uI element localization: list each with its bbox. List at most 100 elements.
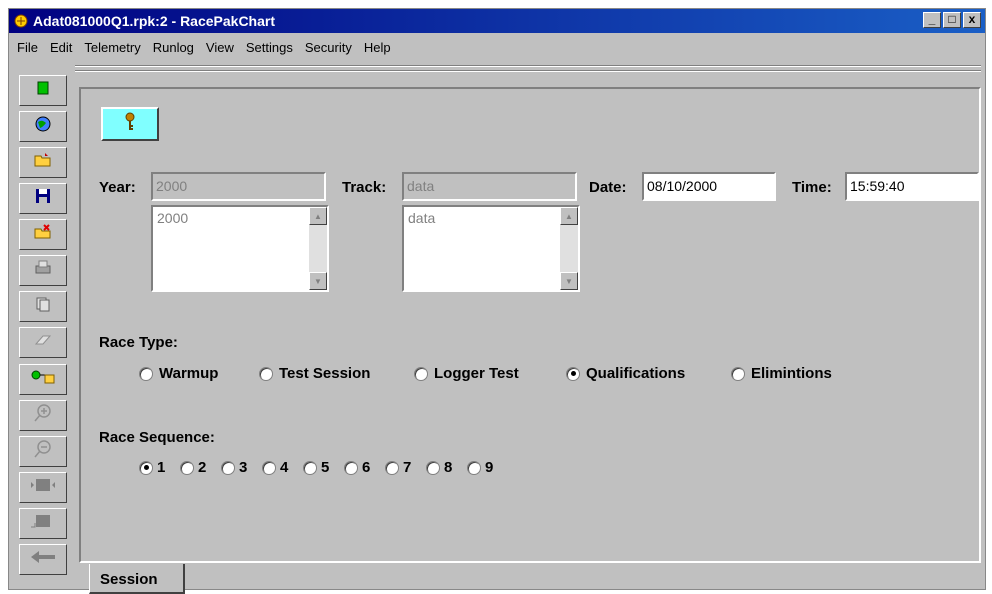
- scroll-left-button[interactable]: [19, 472, 67, 503]
- link-button[interactable]: [19, 364, 67, 395]
- radio-label: Qualifications: [586, 365, 686, 382]
- menu-settings[interactable]: Settings: [240, 40, 299, 55]
- back-button[interactable]: [19, 544, 67, 575]
- title-bar[interactable]: Adat081000Q1.rpk:2 - RacePakChart _ □ x: [9, 9, 985, 33]
- menu-help[interactable]: Help: [358, 40, 397, 55]
- menu-bar: File Edit Telemetry Runlog View Settings…: [9, 36, 985, 58]
- scroll-up-icon[interactable]: ▲: [560, 207, 578, 225]
- radio-label: 3: [239, 459, 248, 476]
- track-list-item[interactable]: data: [408, 210, 574, 226]
- radio-label: 9: [485, 459, 494, 476]
- year-scrollbar[interactable]: ▲ ▼: [309, 207, 327, 290]
- track-scrollbar[interactable]: ▲ ▼: [560, 207, 578, 290]
- radio-icon: [180, 460, 194, 475]
- year-list-item[interactable]: 2000: [157, 210, 323, 226]
- open-folder-icon: [34, 152, 52, 173]
- race-type-warmup[interactable]: Warmup: [139, 365, 218, 382]
- radio-selected-icon: [566, 366, 580, 381]
- session-panel: [79, 87, 981, 563]
- menu-edit[interactable]: Edit: [44, 40, 78, 55]
- year-field: 2000: [151, 172, 326, 201]
- radio-icon: [303, 460, 317, 475]
- date-label: Date:: [589, 179, 627, 196]
- zoom-out-icon: [33, 439, 53, 464]
- close-file-button[interactable]: [19, 219, 67, 250]
- time-field[interactable]: 15:59:40: [845, 172, 979, 201]
- menu-file[interactable]: File: [11, 40, 44, 55]
- app-window: Adat081000Q1.rpk:2 - RacePakChart _ □ x …: [8, 8, 986, 594]
- save-button[interactable]: [19, 183, 67, 214]
- race-seq-5[interactable]: 5: [303, 459, 329, 476]
- copy-icon: [35, 296, 51, 317]
- radio-icon: [731, 366, 745, 381]
- menu-view[interactable]: View: [200, 40, 240, 55]
- scroll-down-icon[interactable]: ▼: [560, 272, 578, 290]
- save-disk-icon: [35, 188, 51, 209]
- time-label: Time:: [792, 179, 832, 196]
- radio-icon: [139, 366, 153, 381]
- race-type-elimintions[interactable]: Elimintions: [731, 365, 832, 382]
- menu-telemetry[interactable]: Telemetry: [78, 40, 146, 55]
- close-folder-icon: [34, 224, 52, 245]
- eraser-icon: [34, 333, 52, 352]
- track-listbox[interactable]: data ▲ ▼: [402, 205, 580, 292]
- radio-label: 7: [403, 459, 412, 476]
- radio-icon: [221, 460, 235, 475]
- window-title: Adat081000Q1.rpk:2 - RacePakChart: [33, 13, 276, 29]
- separator: [75, 70, 981, 72]
- scroll-up-icon[interactable]: ▲: [309, 207, 327, 225]
- scroll-right-button[interactable]: [19, 508, 67, 539]
- radio-icon: [467, 460, 481, 475]
- link-icon: [30, 369, 56, 390]
- open-file-button[interactable]: [19, 147, 67, 178]
- radio-label: 8: [444, 459, 453, 476]
- print-button[interactable]: [19, 255, 67, 286]
- radio-icon: [385, 460, 399, 475]
- zoom-out-button[interactable]: [19, 436, 67, 467]
- race-seq-8[interactable]: 8: [426, 459, 452, 476]
- new-document-icon: [35, 80, 51, 101]
- eraser-button[interactable]: [19, 327, 67, 358]
- minimize-button[interactable]: _: [923, 12, 941, 28]
- race-seq-1[interactable]: 1: [139, 459, 165, 476]
- race-type-test-session[interactable]: Test Session: [259, 365, 370, 382]
- copy-button[interactable]: [19, 291, 67, 322]
- back-arrow-icon: [29, 549, 57, 570]
- tab-session[interactable]: Session: [89, 564, 185, 594]
- radio-icon: [344, 460, 358, 475]
- year-listbox[interactable]: 2000 ▲ ▼: [151, 205, 329, 292]
- radio-label: Test Session: [279, 365, 371, 382]
- radio-label: 1: [157, 459, 166, 476]
- separator: [75, 65, 981, 67]
- app-icon: [13, 13, 29, 29]
- race-type-logger-test[interactable]: Logger Test: [414, 365, 519, 382]
- key-icon: [123, 112, 137, 137]
- radio-icon: [414, 366, 428, 381]
- menu-security[interactable]: Security: [299, 40, 358, 55]
- globe-button[interactable]: [19, 111, 67, 142]
- race-sequence-label: Race Sequence:: [99, 429, 215, 446]
- race-type-qualifications[interactable]: Qualifications: [566, 365, 685, 382]
- menu-runlog[interactable]: Runlog: [147, 40, 200, 55]
- year-label: Year:: [99, 179, 136, 196]
- radio-label: 4: [280, 459, 289, 476]
- help-button[interactable]: [101, 107, 159, 141]
- scroll-down-icon[interactable]: ▼: [309, 272, 327, 290]
- radio-selected-icon: [139, 460, 153, 475]
- date-field[interactable]: 08/10/2000: [642, 172, 776, 201]
- radio-icon: [262, 460, 276, 475]
- close-button[interactable]: x: [963, 12, 981, 28]
- radio-label: Warmup: [159, 365, 219, 382]
- scroll-left-icon: [30, 477, 56, 498]
- race-seq-9[interactable]: 9: [467, 459, 493, 476]
- zoom-in-icon: [33, 403, 53, 428]
- race-seq-4[interactable]: 4: [262, 459, 288, 476]
- race-seq-2[interactable]: 2: [180, 459, 206, 476]
- race-seq-3[interactable]: 3: [221, 459, 247, 476]
- race-seq-7[interactable]: 7: [385, 459, 411, 476]
- new-document-button[interactable]: [19, 75, 67, 106]
- radio-label: Elimintions: [751, 365, 832, 382]
- race-seq-6[interactable]: 6: [344, 459, 370, 476]
- zoom-in-button[interactable]: [19, 400, 67, 431]
- maximize-button[interactable]: □: [943, 12, 961, 28]
